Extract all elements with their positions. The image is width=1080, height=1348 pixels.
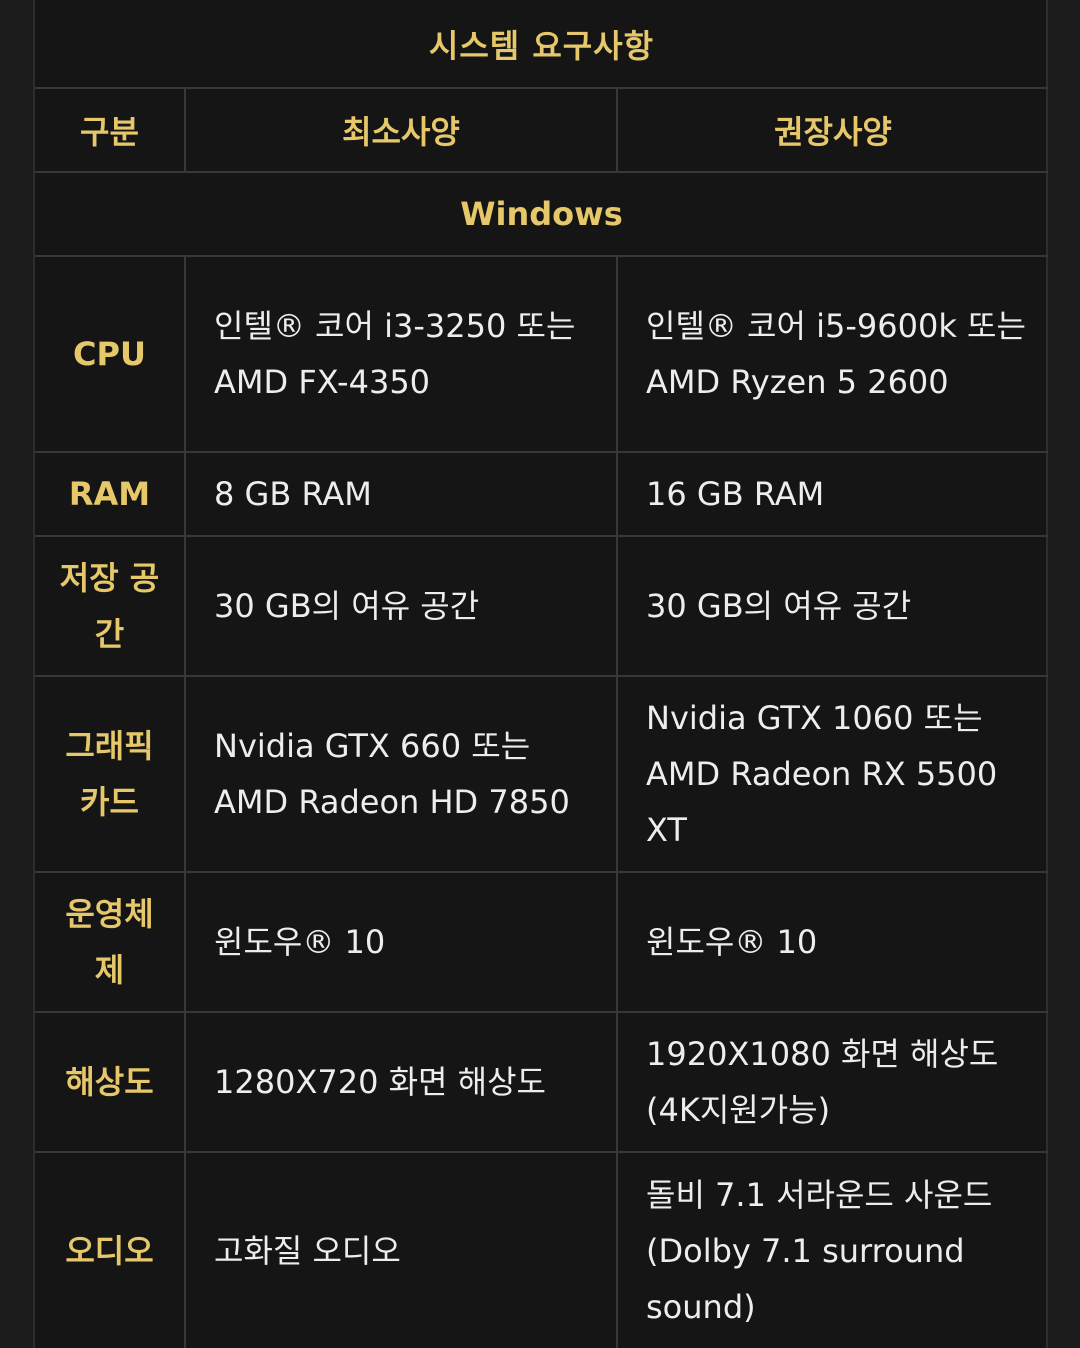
graphics-minimum: Nvidia GTX 660 또는 AMD Radeon HD 7850	[185, 676, 618, 873]
row-label-graphics: 그래픽 카드	[35, 676, 186, 873]
table-row-audio: 오디오 고화질 오디오 돌비 7.1 서라운드 사운드 (Dolby 7.1 s…	[35, 1152, 1048, 1348]
table-row-storage: 저장 공간 30 GB의 여유 공간 30 GB의 여유 공간	[35, 536, 1048, 677]
row-label-audio: 오디오	[35, 1152, 186, 1348]
row-label-cpu: CPU	[35, 256, 186, 453]
table-header-row: 구분 최소사양 권장사양	[35, 88, 1048, 173]
row-label-ram: RAM	[35, 452, 186, 537]
os-minimum: 윈도우® 10	[185, 872, 618, 1013]
audio-minimum: 고화질 오디오	[185, 1152, 618, 1348]
cpu-recommended: 인텔® 코어 i5-9600k 또는 AMD Ryzen 5 2600	[617, 256, 1048, 453]
table-row-resolution: 해상도 1280X720 화면 해상도 1920X1080 화면 해상도 (4K…	[35, 1012, 1048, 1153]
table-title-row: 시스템 요구사항	[35, 0, 1048, 89]
header-minimum: 최소사양	[185, 88, 618, 173]
table-row-ram: RAM 8 GB RAM 16 GB RAM	[35, 452, 1048, 537]
ram-minimum: 8 GB RAM	[185, 452, 618, 537]
header-category: 구분	[35, 88, 186, 173]
audio-recommended: 돌비 7.1 서라운드 사운드 (Dolby 7.1 surround soun…	[646, 1175, 993, 1326]
header-recommended: 권장사양	[617, 88, 1048, 173]
resolution-recommended: 1920X1080 화면 해상도 (4K지원가능)	[617, 1012, 1048, 1153]
table-title: 시스템 요구사항	[35, 0, 1048, 89]
ram-recommended: 16 GB RAM	[617, 452, 1048, 537]
graphics-recommended: Nvidia GTX 1060 또는 AMD Radeon RX 5500 XT	[617, 676, 1048, 873]
table-row-graphics: 그래픽 카드 Nvidia GTX 660 또는 AMD Radeon HD 7…	[35, 676, 1048, 873]
platform-label: Windows	[35, 172, 1048, 257]
row-label-storage: 저장 공간	[35, 536, 186, 677]
table-row-cpu: CPU 인텔® 코어 i3-3250 또는 AMD FX-4350 인텔® 코어…	[35, 256, 1048, 453]
row-label-resolution: 해상도	[35, 1012, 186, 1153]
cpu-minimum: 인텔® 코어 i3-3250 또는 AMD FX-4350	[185, 256, 618, 453]
storage-minimum: 30 GB의 여유 공간	[185, 536, 618, 677]
resolution-minimum: 1280X720 화면 해상도	[185, 1012, 618, 1153]
row-label-os: 운영체제	[35, 872, 186, 1013]
table-row-os: 운영체제 윈도우® 10 윈도우® 10	[35, 872, 1048, 1013]
platform-row: Windows	[35, 172, 1048, 257]
storage-recommended: 30 GB의 여유 공간	[617, 536, 1048, 677]
os-recommended: 윈도우® 10	[617, 872, 1048, 1013]
system-requirements-table: 시스템 요구사항 구분 최소사양 권장사양 Windows CPU 인텔® 코어…	[35, 0, 1048, 1348]
